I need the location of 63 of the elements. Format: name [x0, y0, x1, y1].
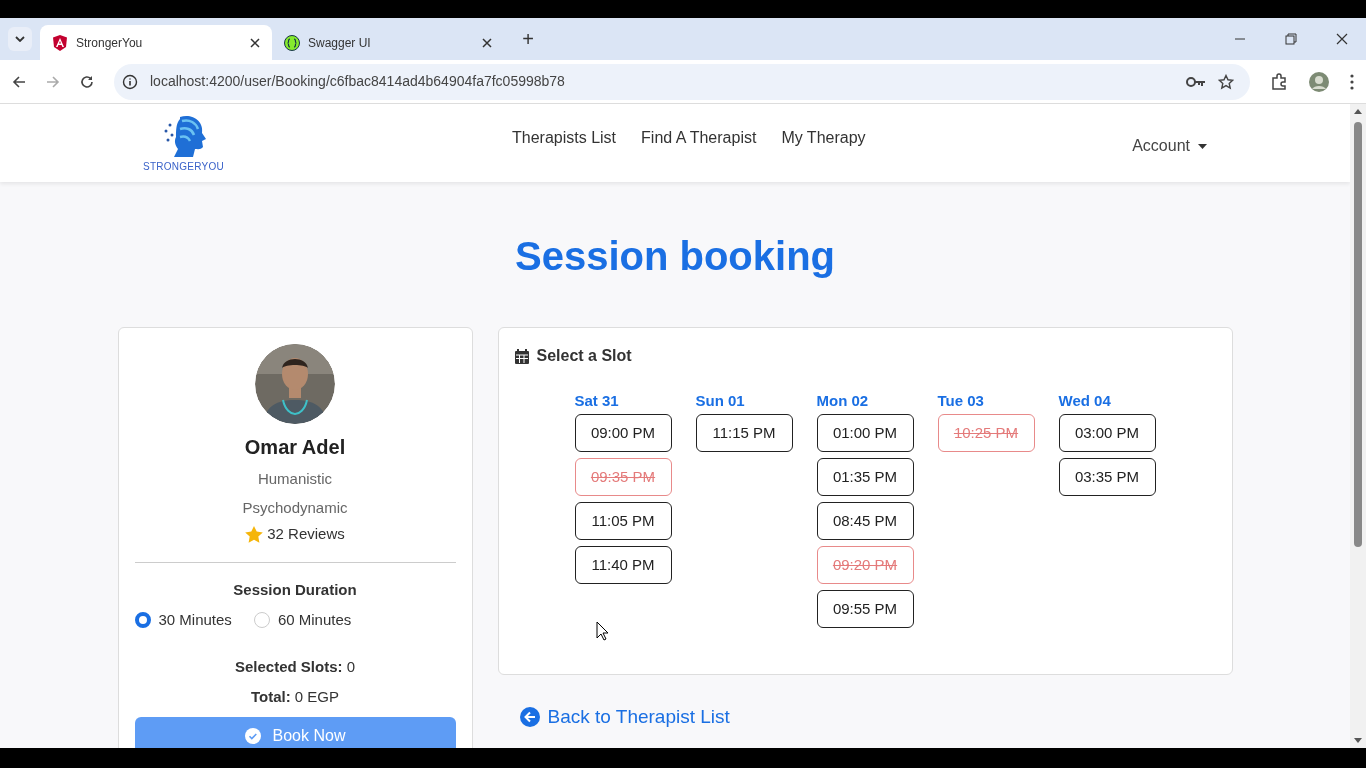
caret-icon [1198, 143, 1207, 149]
nav-link[interactable]: My Therapy [781, 126, 866, 150]
page-heading: Session booking [513, 233, 836, 280]
close-icon[interactable] [1336, 33, 1348, 45]
chevron-down-icon [15, 36, 25, 42]
panel-title: Select a Slot [536, 346, 632, 366]
browser-tab[interactable]: Swagger UI [272, 25, 504, 60]
reload-icon[interactable] [80, 74, 94, 89]
time-slot-button[interactable]: 11:05 PM [574, 502, 672, 540]
address-bar[interactable]: localhost:4200/user/Booking/c6fbac8414ad4b64904fa7fc05998b78 [114, 63, 1250, 100]
time-slot-button[interactable]: 09:00 PM [574, 414, 672, 452]
time-slot-button[interactable]: 01:00 PM [816, 414, 914, 452]
scrollbar[interactable] [1350, 104, 1366, 748]
reviews-count: 32 Reviews [267, 524, 345, 544]
scroll-up-icon[interactable] [1354, 108, 1362, 114]
radio-option[interactable]: 60 Minutes [253, 609, 352, 632]
scroll-down-icon[interactable] [1354, 738, 1362, 744]
time-slot-button[interactable]: 09:55 PM [816, 590, 914, 628]
day-label: Wed 04 [1058, 391, 1112, 410]
key-icon[interactable] [1186, 75, 1206, 88]
url-text: localhost:4200/user/Booking/c6fbac8414ad4b64904fa7fc05998b78 [150, 72, 565, 91]
time-slot-button[interactable]: 08:45 PM [816, 502, 914, 540]
time-slot-button[interactable]: 11:15 PM [695, 414, 793, 452]
specialty-text: Psychodynamic [242, 497, 348, 518]
puzzle-icon[interactable] [1270, 72, 1288, 91]
star-icon [245, 525, 264, 543]
restore-icon[interactable] [1285, 33, 1297, 45]
profile-avatar-icon[interactable] [1308, 70, 1330, 93]
specialty-text: Humanistic [257, 469, 333, 489]
menu-icon[interactable] [1350, 73, 1354, 90]
radio-option[interactable]: 30 Minutes [134, 609, 232, 632]
new-tab-button[interactable]: + [516, 27, 540, 51]
account-dropdown[interactable]: Account [1132, 134, 1207, 158]
mouse-cursor-icon [596, 621, 609, 641]
tab-search-button[interactable] [8, 27, 32, 51]
time-slot-button[interactable]: 11:40 PM [574, 546, 672, 584]
total-text: Total: 0 EGP [250, 687, 340, 707]
braces-logo-icon [284, 34, 300, 51]
day-label: Mon 02 [816, 391, 870, 410]
logo[interactable]: STRONGERYOU [143, 113, 224, 174]
day-label: Tue 03 [937, 391, 985, 410]
day-label: Sat 31 [574, 391, 620, 410]
back-link-text[interactable]: Back to Therapist List [547, 703, 730, 732]
logo-text: STRONGERYOU [143, 160, 224, 174]
time-slot-button[interactable]: 03:00 PM [1058, 414, 1156, 452]
section-label: Session Duration [233, 579, 357, 600]
selected-slots-text: Selected Slots: 0 [234, 656, 356, 677]
check-circle-icon [244, 727, 261, 744]
back-arrow-icon[interactable] [12, 74, 26, 89]
nav-link[interactable]: Therapists List [512, 126, 617, 150]
browser-tab[interactable]: StrongerYou [40, 25, 272, 60]
star-icon[interactable] [1218, 73, 1234, 90]
day-label: Sun 01 [695, 391, 746, 410]
close-tab-icon[interactable] [250, 37, 260, 48]
calendar-icon [514, 348, 529, 364]
time-slot-button[interactable]: 01:35 PM [816, 458, 914, 496]
nav-link[interactable]: Find A Therapist [641, 126, 757, 150]
close-tab-icon[interactable] [482, 37, 492, 48]
back-link[interactable]: Back to Therapist List [519, 703, 1233, 732]
info-icon [122, 73, 138, 90]
shield-logo-icon [52, 34, 68, 51]
time-slot-button[interactable]: 03:35 PM [1058, 458, 1156, 496]
therapist-name: Omar Adel [244, 435, 346, 460]
